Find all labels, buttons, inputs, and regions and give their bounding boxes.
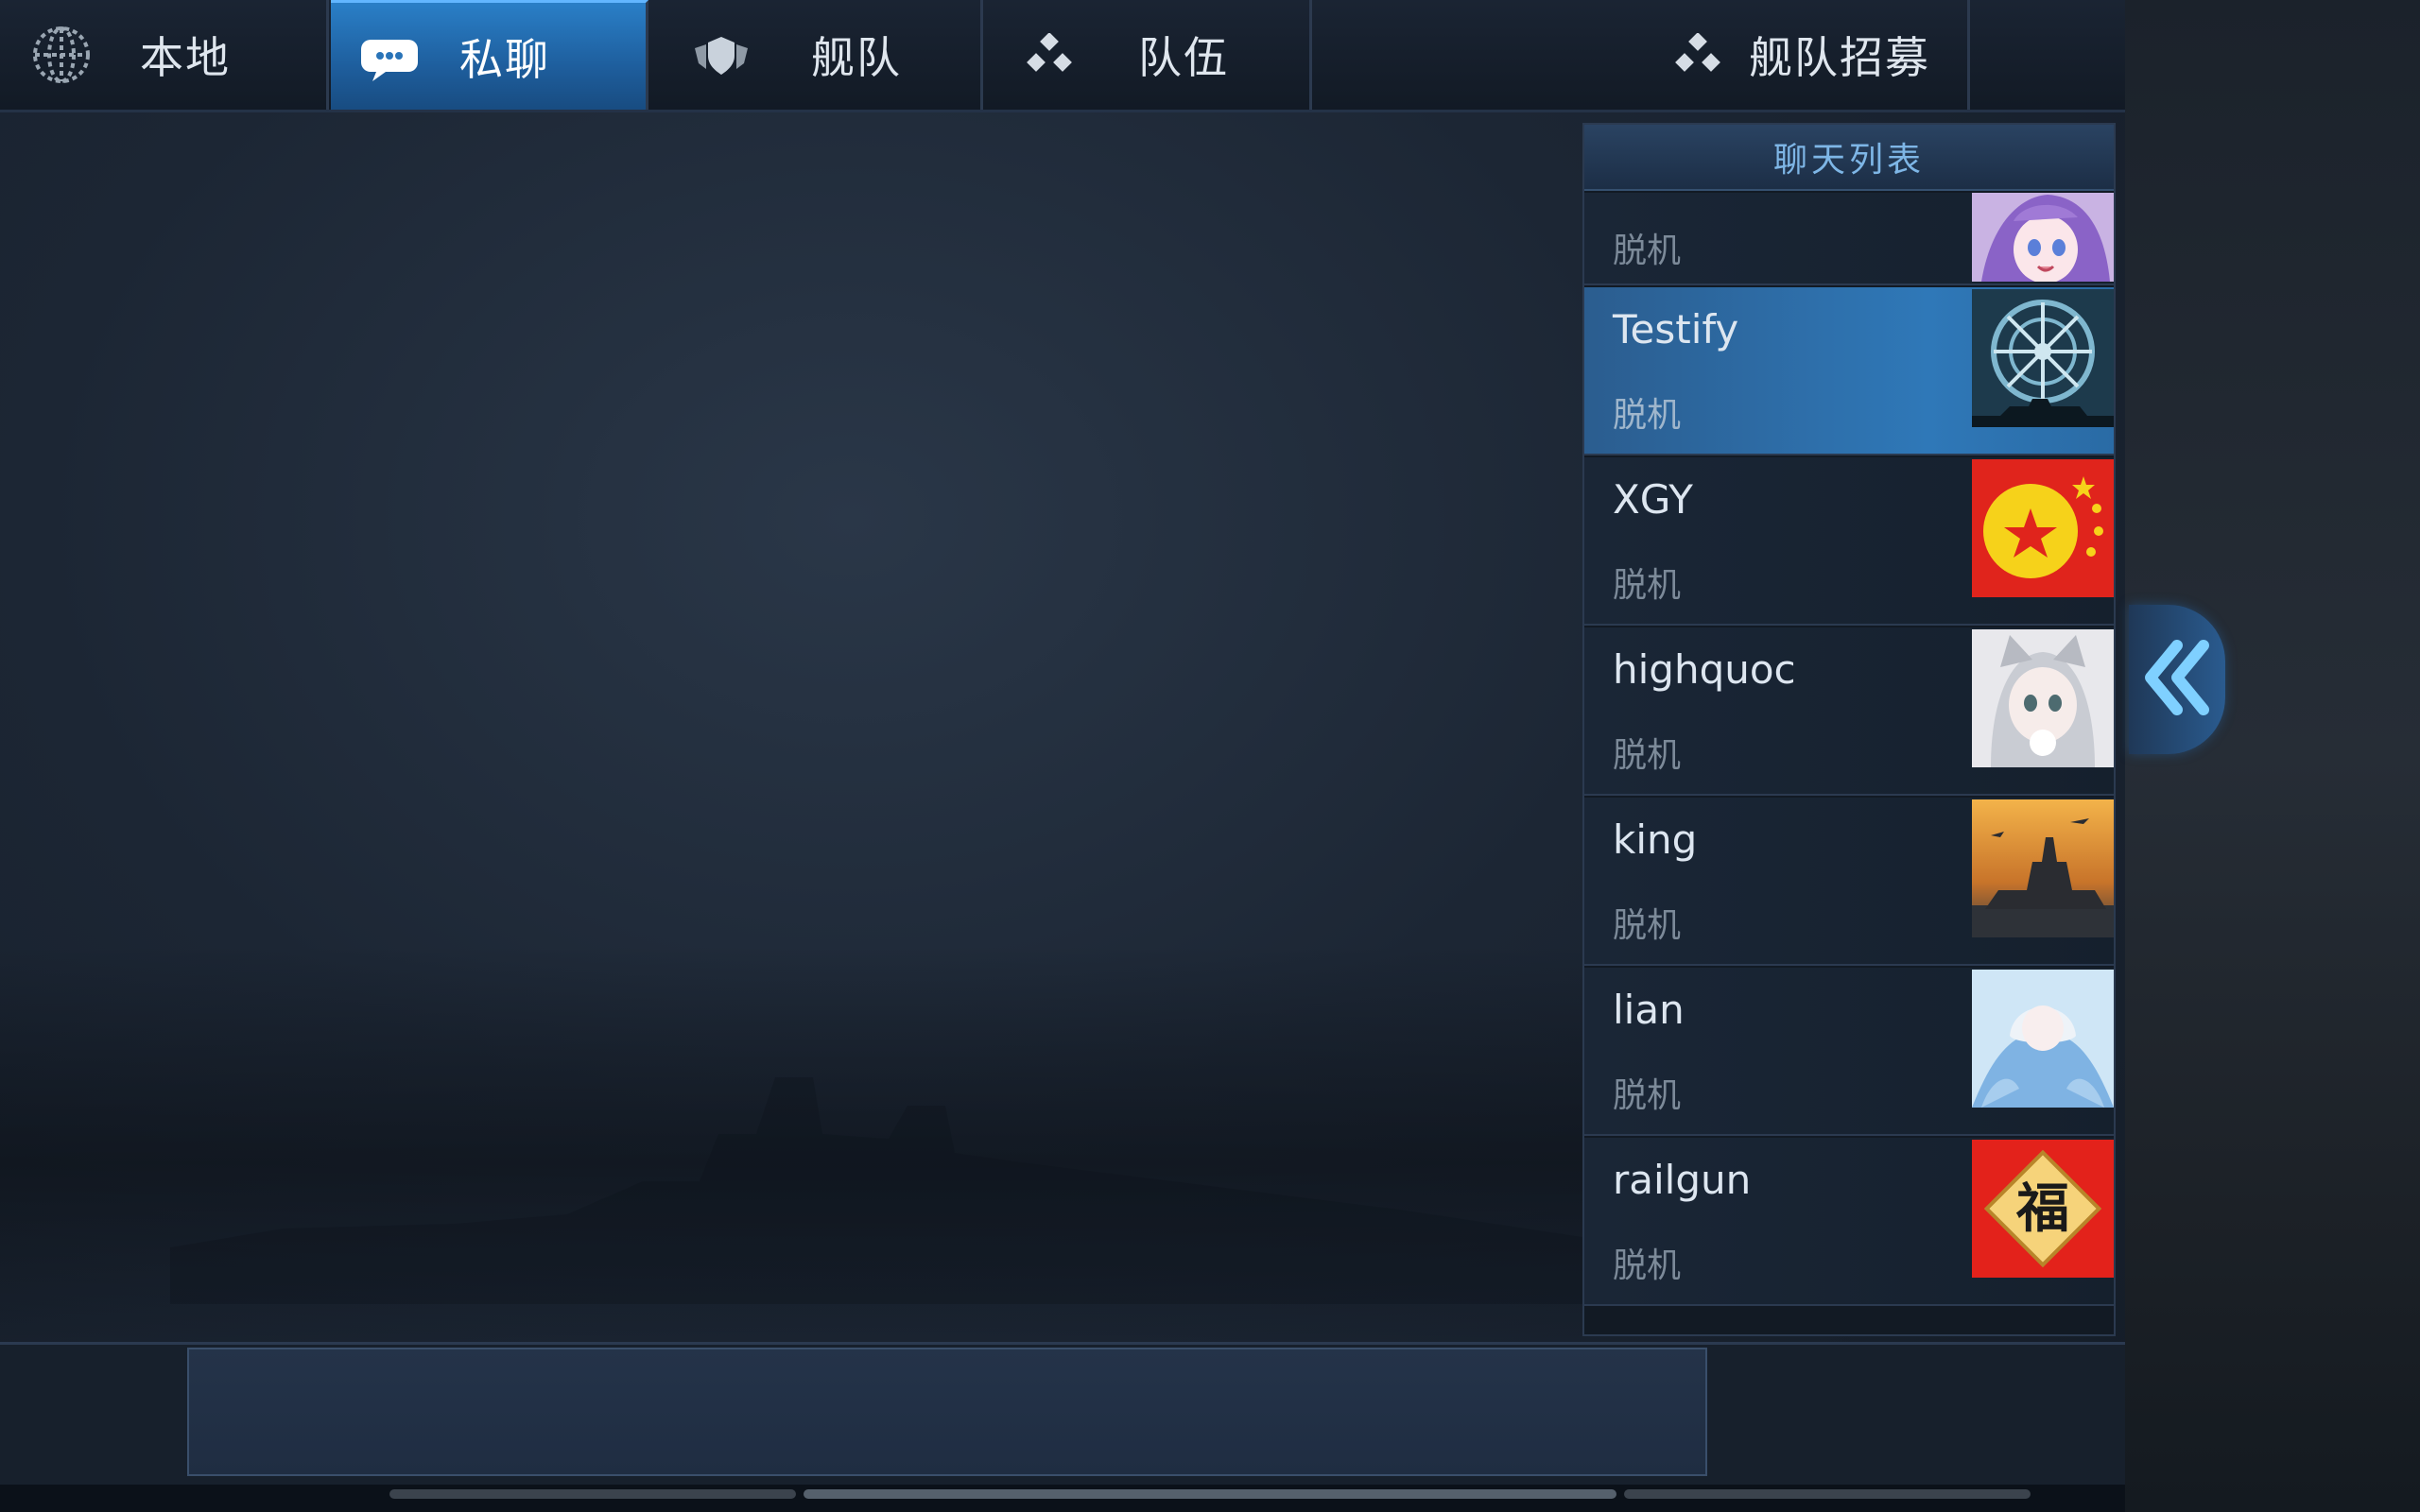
message-input[interactable] bbox=[187, 1348, 1707, 1476]
contact-status: 脱机 bbox=[1613, 396, 1682, 435]
contact-status: 脱机 bbox=[1613, 736, 1682, 775]
tab-bar: 本地 私聊 舰队 队伍 舰队招募 bbox=[0, 0, 2125, 112]
tab-local[interactable]: 本地 bbox=[0, 0, 329, 110]
contact-name: railgun bbox=[1613, 1157, 1752, 1203]
tab-team[interactable]: 队伍 bbox=[983, 0, 1312, 110]
chat-list-item[interactable]: highquoc 脱机 bbox=[1584, 627, 2114, 796]
chat-list-item[interactable]: XGY 脱机 bbox=[1584, 457, 2114, 626]
contact-name: lian bbox=[1613, 987, 1685, 1033]
chat-list-item[interactable]: Testify 脱机 bbox=[1584, 287, 2114, 455]
nav-indicator bbox=[804, 1489, 1616, 1499]
contact-status: 脱机 bbox=[1613, 1076, 1682, 1115]
contact-status: 脱机 bbox=[1613, 566, 1682, 605]
chat-list-title: 聊天列表 bbox=[1584, 125, 2114, 191]
anime-girl-blue-avatar bbox=[1972, 970, 2114, 1108]
chat-bubbles-icon bbox=[355, 24, 422, 90]
nav-indicator bbox=[389, 1489, 796, 1499]
contact-name: highquoc bbox=[1613, 646, 1796, 693]
ship-wheel-avatar bbox=[1972, 289, 2114, 427]
globe-icon bbox=[28, 22, 95, 88]
chat-list: 聊天列表 脱机 Testify 脱机 XGY 脱机 highquoc 脱机 ki… bbox=[1582, 123, 2116, 1336]
fu-character-avatar: 福 bbox=[1972, 1140, 2114, 1278]
tab-label: 队伍 bbox=[1138, 32, 1229, 83]
china-flag-avatar bbox=[1972, 459, 2114, 597]
chat-list-item[interactable]: railgun 脱机 福 bbox=[1584, 1138, 2114, 1306]
contact-status: 脱机 bbox=[1613, 232, 1682, 270]
contact-name: king bbox=[1613, 816, 1698, 863]
contact-status: 脱机 bbox=[1613, 1246, 1682, 1285]
anime-girl-purple-avatar bbox=[1972, 193, 2114, 282]
tab-label: 舰队招募 bbox=[1749, 32, 1930, 83]
contact-name: XGY bbox=[1613, 476, 1693, 523]
battleship-silhouette bbox=[170, 1077, 1588, 1304]
double-chevron-left-icon bbox=[2143, 640, 2211, 719]
anime-girl-cat-ears-avatar bbox=[1972, 629, 2114, 767]
tab-fleet[interactable]: 舰队 bbox=[654, 0, 983, 110]
chat-list-item[interactable]: 脱机 bbox=[1584, 193, 2114, 285]
contact-status: 脱机 bbox=[1613, 906, 1682, 945]
tab-label: 舰队 bbox=[811, 32, 902, 83]
chat-list-item[interactable]: king 脱机 bbox=[1584, 798, 2114, 966]
shield-wings-icon bbox=[688, 22, 754, 88]
collapse-button[interactable] bbox=[2129, 605, 2225, 754]
tab-fleet-recruit[interactable]: 舰队招募 bbox=[1664, 0, 1970, 110]
battleship-avatar bbox=[1972, 799, 2114, 937]
contact-name: Testify bbox=[1613, 306, 1739, 352]
chat-list-item[interactable]: lian 脱机 bbox=[1584, 968, 2114, 1136]
dots-cluster-icon bbox=[1015, 22, 1081, 88]
nav-indicator bbox=[1624, 1489, 2031, 1499]
svg-text:福: 福 bbox=[2015, 1178, 2069, 1240]
side-strip bbox=[2125, 0, 2420, 1512]
tab-label: 本地 bbox=[140, 32, 231, 83]
tab-label: 私聊 bbox=[459, 33, 550, 85]
dots-cluster-icon bbox=[1664, 22, 1730, 88]
tab-private[interactable]: 私聊 bbox=[331, 0, 648, 110]
